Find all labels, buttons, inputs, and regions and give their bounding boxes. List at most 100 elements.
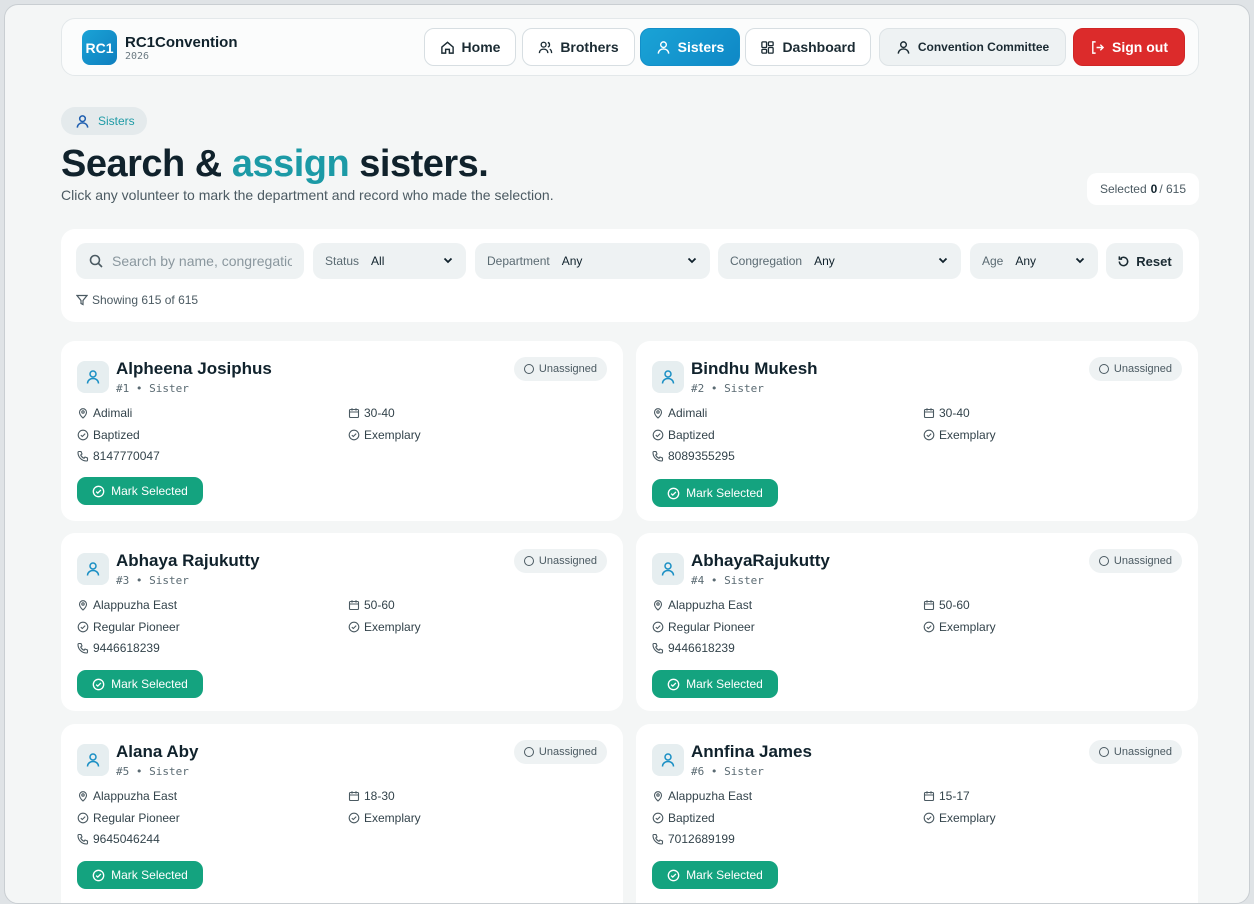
baptism-row: Baptized xyxy=(652,811,715,825)
mark-selected-button[interactable]: Mark Selected xyxy=(652,861,778,889)
check-circle-icon xyxy=(652,621,668,633)
volunteer-name: Abhaya Rajukutty xyxy=(116,551,260,570)
volunteer-card[interactable]: Alana Aby #5 • Sister Unassigned Alappuz… xyxy=(61,724,623,903)
circle-icon xyxy=(523,747,534,757)
location-pin-icon xyxy=(77,790,93,802)
check-circle-icon xyxy=(923,621,939,633)
status-badge-label: Unassigned xyxy=(538,363,597,375)
location-row: Adimali xyxy=(77,406,132,420)
nav-home-label: Home xyxy=(461,39,501,55)
brand-name: RC1Convention xyxy=(125,33,238,51)
age-row: 50-60 xyxy=(923,598,970,612)
volunteer-meta: #6 • Sister xyxy=(691,765,764,778)
results-count-label: Showing 615 of 615 xyxy=(92,293,199,307)
nav-dashboard-button[interactable]: Dashboard xyxy=(745,28,871,66)
user-icon xyxy=(85,369,101,385)
phone-icon xyxy=(77,642,93,654)
calendar-icon xyxy=(923,790,939,802)
circle-icon xyxy=(523,556,534,566)
nav-committee-button[interactable]: Convention Committee xyxy=(879,28,1066,66)
volunteer-card[interactable]: Alpheena Josiphus #1 • Sister Unassigned… xyxy=(61,341,623,521)
check-circle-icon xyxy=(667,487,686,500)
age-label: Age xyxy=(982,254,1004,268)
location-text: Adimali xyxy=(668,406,708,420)
phone-icon xyxy=(652,833,668,845)
location-pin-icon xyxy=(652,790,668,802)
brand-logo: RC1 xyxy=(82,30,117,65)
phone-icon xyxy=(652,450,668,462)
department-select[interactable]: Department Any xyxy=(475,243,710,279)
mark-selected-label: Mark Selected xyxy=(686,677,763,691)
location-row: Alappuzha East xyxy=(652,598,752,612)
reset-button[interactable]: Reset xyxy=(1106,243,1183,279)
sign-out-button[interactable]: Sign out xyxy=(1073,28,1185,66)
congregation-label: Congregation xyxy=(730,254,803,268)
user-icon xyxy=(76,114,89,128)
phone-row: 9446618239 xyxy=(77,641,160,655)
volunteer-card[interactable]: Abhaya Rajukutty #3 • Sister Unassigned … xyxy=(61,533,623,711)
mark-selected-button[interactable]: Mark Selected xyxy=(77,477,203,505)
circle-icon xyxy=(1098,364,1109,374)
phone-row: 9446618239 xyxy=(652,641,735,655)
mark-selected-button[interactable]: Mark Selected xyxy=(77,670,203,698)
volunteer-name: Alpheena Josiphus xyxy=(116,359,272,378)
mark-selected-label: Mark Selected xyxy=(686,486,763,500)
search-placeholder: Search by name, congregation xyxy=(112,253,292,269)
chevron-down-icon xyxy=(443,257,453,264)
location-row: Alappuzha East xyxy=(77,789,177,803)
check-circle-icon xyxy=(923,429,939,441)
phone-row: 8147770047 xyxy=(77,449,160,463)
user-icon xyxy=(85,561,101,577)
congregation-value: Any xyxy=(814,254,835,268)
brand[interactable]: RC1 RC1Convention 2026 xyxy=(82,30,238,65)
age-text: 30-40 xyxy=(939,406,970,420)
conduct-row: Exemplary xyxy=(923,811,996,825)
sign-out-icon xyxy=(1092,40,1105,54)
page-title: Search & assign sisters. xyxy=(61,143,489,186)
phone-row: 9645046244 xyxy=(77,832,160,846)
volunteer-meta: #1 • Sister xyxy=(116,382,189,395)
search-input[interactable]: Search by name, congregation xyxy=(76,243,304,279)
check-circle-icon xyxy=(667,678,686,691)
reset-label: Reset xyxy=(1136,253,1172,269)
location-text: Alappuzha East xyxy=(668,598,753,612)
user-icon xyxy=(660,369,676,385)
mark-selected-button[interactable]: Mark Selected xyxy=(77,861,203,889)
mark-selected-button[interactable]: Mark Selected xyxy=(652,479,778,507)
check-circle-icon xyxy=(77,429,93,441)
status-badge-label: Unassigned xyxy=(1113,555,1172,567)
brand-year: 2026 xyxy=(125,50,150,62)
conduct-row: Exemplary xyxy=(348,428,421,442)
volunteer-card[interactable]: Annfina James #6 • Sister Unassigned Ala… xyxy=(636,724,1198,903)
location-text: Alappuzha East xyxy=(93,598,178,612)
phone-text: 7012689199 xyxy=(668,832,735,846)
volunteer-name: Annfina James xyxy=(691,742,812,761)
location-pin-icon xyxy=(652,599,668,611)
check-circle-icon xyxy=(77,621,93,633)
selected-total: / 615 xyxy=(1159,182,1187,196)
mark-selected-button[interactable]: Mark Selected xyxy=(652,670,778,698)
phone-icon xyxy=(652,642,668,654)
nav-sisters-button[interactable]: Sisters xyxy=(640,28,740,66)
nav-brothers-button[interactable]: Brothers xyxy=(522,28,635,66)
conduct-text: Exemplary xyxy=(939,811,996,825)
selected-counter: Selected 0 / 615 xyxy=(1087,173,1199,205)
age-select[interactable]: Age Any xyxy=(970,243,1098,279)
check-circle-icon xyxy=(77,812,93,824)
nav-home-button[interactable]: Home xyxy=(424,28,516,66)
location-pin-icon xyxy=(77,407,93,419)
congregation-select[interactable]: Congregation Any xyxy=(718,243,961,279)
search-icon xyxy=(89,254,103,268)
baptism-row: Baptized xyxy=(652,428,715,442)
section-pill-label: Sisters xyxy=(98,114,135,128)
status-badge-label: Unassigned xyxy=(538,555,597,567)
location-text: Adimali xyxy=(93,406,133,420)
location-text: Alappuzha East xyxy=(93,789,178,803)
chevron-down-icon xyxy=(687,257,697,264)
mark-selected-label: Mark Selected xyxy=(111,484,188,498)
volunteer-card[interactable]: Bindhu Mukesh #2 • Sister Unassigned Adi… xyxy=(636,341,1198,521)
home-icon xyxy=(440,40,454,54)
baptism-row: Regular Pioneer xyxy=(652,620,755,634)
volunteer-card[interactable]: AbhayaRajukutty #4 • Sister Unassigned A… xyxy=(636,533,1198,711)
status-select[interactable]: Status All xyxy=(313,243,466,279)
